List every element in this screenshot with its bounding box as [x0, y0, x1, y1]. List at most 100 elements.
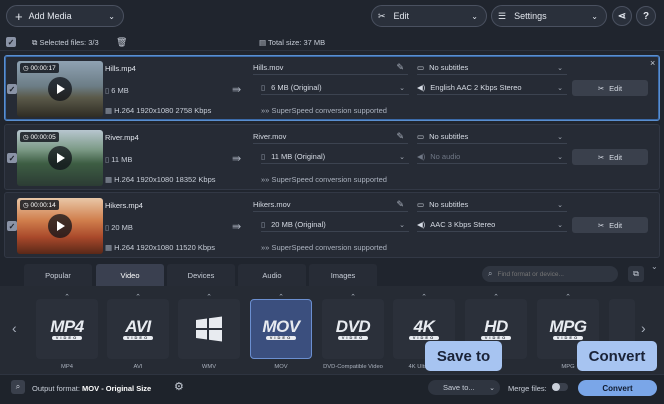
- chevron-down-icon: ⌄: [489, 384, 495, 392]
- convert-arrow-icon: ⇛: [232, 221, 242, 233]
- output-size-dropdown[interactable]: ▯ 11 MB (Original) ⌄: [261, 150, 409, 164]
- superspeed-icon: »»: [261, 243, 272, 252]
- chevron-down-icon: ⌄: [557, 201, 563, 209]
- save-to-dropdown[interactable]: Save to... ⌄: [428, 380, 500, 395]
- scroll-left-icon[interactable]: ‹: [12, 320, 17, 336]
- chevron-down-icon: ⌄: [108, 11, 115, 21]
- convert-callout: Convert: [577, 341, 657, 371]
- format-search-input[interactable]: ⌕: [482, 266, 618, 282]
- file-checkbox[interactable]: ✓: [7, 84, 17, 94]
- format-label: MOV: [274, 364, 288, 370]
- format-logo: DVD VIDEO: [335, 317, 371, 340]
- help-button[interactable]: ?: [636, 6, 656, 26]
- audio-dropdown[interactable]: ◀) AAC 3 Kbps Stereo ⌄: [417, 218, 567, 232]
- format-label: DVD-Compatible Video: [323, 364, 383, 370]
- output-filename-field[interactable]: River.mov ✎: [253, 130, 408, 144]
- format-tile-mov[interactable]: MOV VIDEO: [250, 299, 312, 359]
- gear-icon[interactable]: ⚙: [174, 380, 184, 393]
- file-row[interactable]: ✓ ◷ 00:00:14 Hikers.mp4 ▯ 20 MB ▦ H.264 1920…: [4, 192, 660, 258]
- video-thumbnail[interactable]: ◷ 00:00:14: [17, 198, 103, 254]
- merge-files-label: Merge files:: [508, 384, 547, 393]
- video-thumbnail[interactable]: ◷ 00:00:05: [17, 130, 103, 186]
- source-codec: ▦ H.264 1920x1080 2758 Kbps: [105, 106, 212, 115]
- subtitles-dropdown[interactable]: ▭ No subtitles ⌄: [417, 130, 567, 144]
- settings-button[interactable]: ☰ Settings ⌄: [491, 5, 607, 27]
- format-tile-mp4[interactable]: MP4 VIDEO: [36, 299, 98, 359]
- remove-file-icon[interactable]: ×: [650, 58, 655, 68]
- share-icon[interactable]: ⋖: [612, 6, 632, 26]
- chevron-down-icon: ⌄: [557, 153, 563, 161]
- chevron-down-icon: ⌄: [557, 64, 563, 72]
- subtitles-dropdown[interactable]: ▭ No subtitles ⌄: [417, 61, 567, 75]
- audio-dropdown[interactable]: ◀) English AAC 2 Kbps Stereo ⌄: [417, 81, 567, 95]
- chevron-down-icon: ⌄: [471, 11, 478, 21]
- select-all-checkbox[interactable]: ✓: [6, 37, 16, 47]
- file-checkbox[interactable]: ✓: [7, 221, 17, 231]
- format-tile-dvd[interactable]: DVD VIDEO: [322, 299, 384, 359]
- format-tile-avi[interactable]: AVI VIDEO: [107, 299, 169, 359]
- play-icon[interactable]: [48, 77, 72, 101]
- subtitles-dropdown[interactable]: ▭ No subtitles ⌄: [417, 198, 567, 212]
- output-filename-field[interactable]: Hikers.mov ✎: [253, 198, 408, 212]
- add-media-button[interactable]: + Add Media ⌄: [6, 5, 124, 27]
- format-label: WMV: [201, 364, 217, 370]
- tools-icon: ✂: [597, 83, 605, 93]
- play-icon[interactable]: [48, 146, 72, 170]
- chevron-down-icon: ⌄: [399, 221, 405, 229]
- output-size-dropdown[interactable]: ▯ 6 MB (Original) ⌄: [261, 81, 409, 95]
- format-label: MP4: [61, 364, 73, 370]
- chevron-down-icon: ⌄: [557, 133, 563, 141]
- tab-popular[interactable]: Popular: [24, 264, 92, 286]
- file-row[interactable]: ✓ ◷ 00:00:05 River.mp4 ▯ 11 MB ▦ H.264 1920x…: [4, 124, 660, 190]
- tools-icon: ✂: [378, 10, 386, 21]
- output-size-dropdown[interactable]: ▯ 20 MB (Original) ⌄: [261, 218, 409, 232]
- convert-button[interactable]: Convert: [578, 380, 657, 396]
- device-detect-icon[interactable]: ⧉: [628, 266, 644, 282]
- speaker-icon: ◀): [417, 220, 426, 229]
- file-row[interactable]: ✓ ◷ 00:00:17 Hills.mp4 ▯ 6 MB ▦ H.264 1920x1…: [4, 55, 660, 121]
- edit-file-button[interactable]: ✂ Edit: [572, 80, 648, 96]
- output-filename-field[interactable]: Hills.mov ✎: [253, 61, 408, 75]
- trash-icon[interactable]: 🗑: [116, 37, 127, 48]
- pencil-icon[interactable]: ✎: [396, 62, 404, 73]
- superspeed-icon: »»: [261, 106, 272, 115]
- chevron-down-icon: ⌄: [399, 84, 405, 92]
- video-icon: ▦: [105, 243, 115, 252]
- edit-file-button[interactable]: ✂ Edit: [572, 149, 648, 165]
- tab-video[interactable]: Video: [96, 264, 164, 286]
- format-logo: MP4 VIDEO: [50, 317, 84, 340]
- format-logo: 4K VIDEO: [409, 318, 439, 340]
- duration-badge: ◷ 00:00:14: [20, 200, 59, 210]
- file-icon: ▯: [261, 220, 266, 229]
- windows-logo-icon: [196, 316, 222, 342]
- source-size: ▯ 20 MB: [105, 223, 133, 232]
- audio-dropdown[interactable]: ◀) No audio ⌄: [417, 150, 567, 164]
- chevron-down-icon: ⌄: [557, 221, 563, 229]
- collapse-panel-icon[interactable]: ⌄: [651, 262, 658, 271]
- play-icon[interactable]: [48, 214, 72, 238]
- format-logo: MOV VIDEO: [262, 317, 300, 340]
- superspeed-note: »» SuperSpeed conversion supported: [261, 243, 387, 252]
- tab-audio[interactable]: Audio: [238, 264, 306, 286]
- file-icon: ▯: [261, 83, 266, 92]
- output-settings-icon[interactable]: ⌕: [11, 380, 25, 394]
- pencil-icon[interactable]: ✎: [396, 199, 404, 210]
- superspeed-note: »» SuperSpeed conversion supported: [261, 175, 387, 184]
- tab-images[interactable]: Images: [309, 264, 377, 286]
- source-size: ▯ 6 MB: [105, 86, 129, 95]
- save-to-callout: Save to: [425, 341, 502, 371]
- merge-files-toggle[interactable]: [552, 383, 568, 391]
- tab-devices[interactable]: Devices: [167, 264, 235, 286]
- plus-icon: +: [15, 8, 23, 24]
- chevron-down-icon: ⌄: [399, 153, 405, 161]
- file-checkbox[interactable]: ✓: [7, 153, 17, 163]
- source-size: ▯ 11 MB: [105, 155, 133, 164]
- edit-button[interactable]: ✂ Edit ⌄: [371, 5, 487, 27]
- pencil-icon[interactable]: ✎: [396, 131, 404, 142]
- format-tile-wmv[interactable]: [178, 299, 240, 359]
- output-format-label: Output format: MOV - Original Size: [32, 384, 152, 393]
- source-filename: Hikers.mp4: [105, 201, 143, 210]
- video-thumbnail[interactable]: ◷ 00:00:17: [17, 61, 103, 117]
- scroll-right-icon[interactable]: ›: [641, 320, 646, 336]
- edit-file-button[interactable]: ✂ Edit: [572, 217, 648, 233]
